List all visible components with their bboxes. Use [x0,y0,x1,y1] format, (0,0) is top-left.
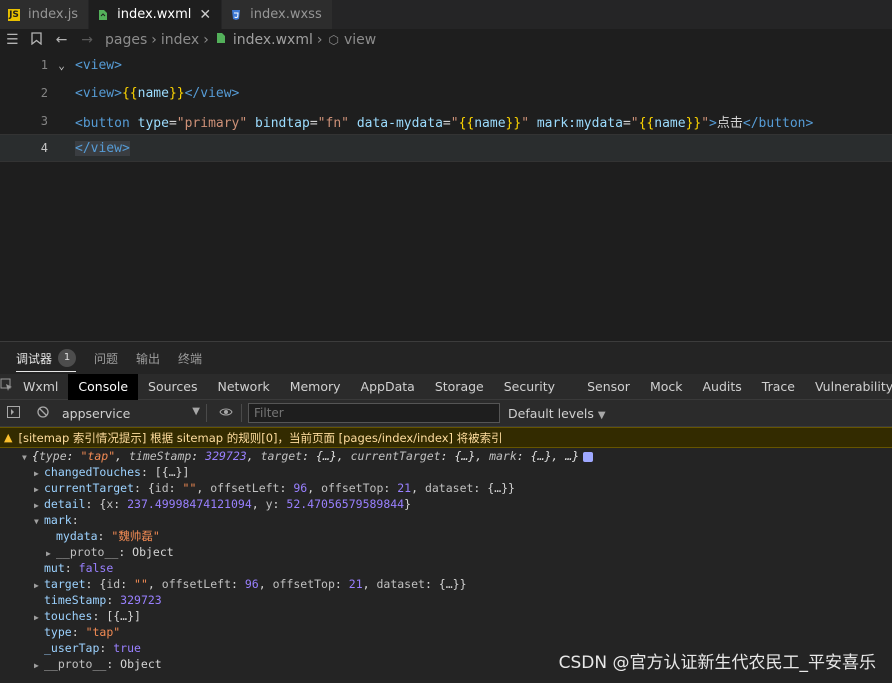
tab-label: index.wxml [117,7,192,22]
tab-console[interactable]: Console [68,373,139,400]
expand-right-icon: ▶ [34,661,39,670]
tree-row[interactable]: ▶ target: {id: "", offsetLeft: 96, offset… [0,576,892,592]
tab-storage[interactable]: Storage [425,374,494,400]
code-text: <view> [75,57,122,73]
tab-appdata[interactable]: AppData [351,374,425,400]
chevron-right-icon: › [151,32,157,48]
back-arrow-icon[interactable]: ← [56,32,68,48]
code-editor[interactable]: 1 ⌄ <view> 2 <view>{{name}}</view> 3 <bu… [0,51,892,341]
tab-index-wxml[interactable]: index.wxml ✕ [89,0,223,29]
line-number: 2 [40,86,48,100]
tree-row[interactable]: ▶ touches: [{…}] [0,608,892,624]
chevron-right-icon: › [203,32,209,48]
tree-row[interactable]: ▶ detail: {x: 237.49998474121094, y: 52.4… [0,496,892,512]
eye-icon[interactable] [215,406,237,420]
filter-input[interactable] [248,403,500,423]
sidebar-toggle-icon[interactable] [2,405,24,421]
tab-index-wxss[interactable]: index.wxss [222,0,333,29]
tab-label: index.js [28,7,79,22]
breadcrumb: ☰ ← → pages › index › index.wxml › ⬡ vie… [0,29,892,51]
warning-message: ▲ [sitemap 索引情况提示] 根据 sitemap 的规则[0]，当前页… [0,427,892,448]
wxss-file-icon [230,9,242,21]
tree-row[interactable]: timeStamp: 329723 [0,592,892,608]
warning-icon: ▲ [4,431,13,444]
line-number: 4 [40,141,48,155]
tab-index-js[interactable]: JS index.js [0,0,90,29]
dropdown-arrow-icon: ▼ [192,405,200,417]
tab-trace[interactable]: Trace [752,374,805,400]
forward-arrow-icon[interactable]: → [81,32,93,48]
tab-audits[interactable]: Audits [693,374,752,400]
watermark: CSDN @官方认证新生代农民工_平安喜乐 [558,653,876,673]
tree-row[interactable]: ▼ {type: "tap", timeStamp: 329723, target… [0,448,892,464]
tab-security[interactable]: Security [494,374,565,400]
log-levels-dropdown[interactable]: Default levels ▼ [508,406,606,421]
count-badge: 1 [58,349,77,367]
tree-row[interactable]: ▶ __proto__: Object [0,544,892,560]
breadcrumb-symbol[interactable]: view [344,32,376,48]
context-select[interactable]: appservice ▼ [62,406,200,421]
tab-output[interactable]: 输出 [136,350,160,367]
console-object-tree: ▼ {type: "tap", timeStamp: 329723, target… [0,448,892,672]
code-line[interactable]: 1 ⌄ <view> [0,51,892,79]
tree-row[interactable]: ▶ currentTarget: {id: "", offsetLeft: 96,… [0,480,892,496]
tab-debugger[interactable]: 调试器 1 [16,349,77,372]
info-icon [583,451,594,462]
tab-terminal[interactable]: 终端 [178,350,202,367]
dropdown-arrow-icon: ▼ [597,409,606,421]
breadcrumb-index-folder[interactable]: index [161,32,199,48]
debug-panel: 调试器 1 问题 输出 终端 Wxml Console Sources Netw… [0,341,892,683]
tab-sources[interactable]: Sources [138,374,207,400]
code-text: </view> [75,140,130,156]
fold-chevron-icon[interactable]: ⌄ [48,59,75,72]
tree-row[interactable]: ▼ mark: [0,512,892,528]
close-icon[interactable]: ✕ [199,7,211,23]
tree-row[interactable]: mydata: "魏帅磊" [0,528,892,544]
element-picker-icon[interactable] [0,378,13,395]
chevron-right-icon: › [316,32,323,48]
panel-tabs: 调试器 1 问题 输出 终端 [0,342,892,374]
code-text: <button type="primary" bindtap="fn" data… [75,115,814,131]
tab-problems[interactable]: 问题 [94,350,118,367]
tree-row[interactable]: mut: false [0,560,892,576]
tree-row[interactable]: type: "tap" [0,624,892,640]
tree-row[interactable]: ▶ changedTouches: [{…}] [0,464,892,480]
cube-icon: ⬡ [328,33,339,47]
code-line-current[interactable]: 4 </view> [0,134,892,162]
list-icon[interactable]: ☰ [6,32,19,48]
tab-vulnerability[interactable]: Vulnerability [805,374,892,400]
tab-network[interactable]: Network [208,374,280,400]
editor-tab-bar: JS index.js index.wxml ✕ index.wxss [0,0,892,29]
tab-wxml[interactable]: Wxml [13,374,68,400]
tab-mock[interactable]: Mock [640,374,693,400]
wxml-file-icon [215,32,227,48]
code-text: <view>{{name}}</view> [75,85,240,101]
tab-sensor[interactable]: Sensor [577,374,640,400]
tab-label: index.wxss [250,7,322,22]
console-toolbar: appservice ▼ Default levels ▼ [0,400,892,427]
code-line[interactable]: 2 <view>{{name}}</view> [0,79,892,107]
devtools-tabs: Wxml Console Sources Network Memory AppD… [0,373,892,400]
line-number: 1 [40,58,48,72]
tab-memory[interactable]: Memory [280,374,351,400]
breadcrumb-pages[interactable]: pages [105,32,147,48]
wxml-file-icon [97,9,109,21]
breadcrumb-file[interactable]: index.wxml [233,32,313,48]
js-file-icon: JS [8,8,20,21]
code-line[interactable]: 3 <button type="primary" bindtap="fn" da… [0,107,892,135]
clear-console-icon[interactable] [32,405,54,421]
bookmark-icon[interactable] [30,31,42,49]
line-number: 3 [40,114,48,128]
